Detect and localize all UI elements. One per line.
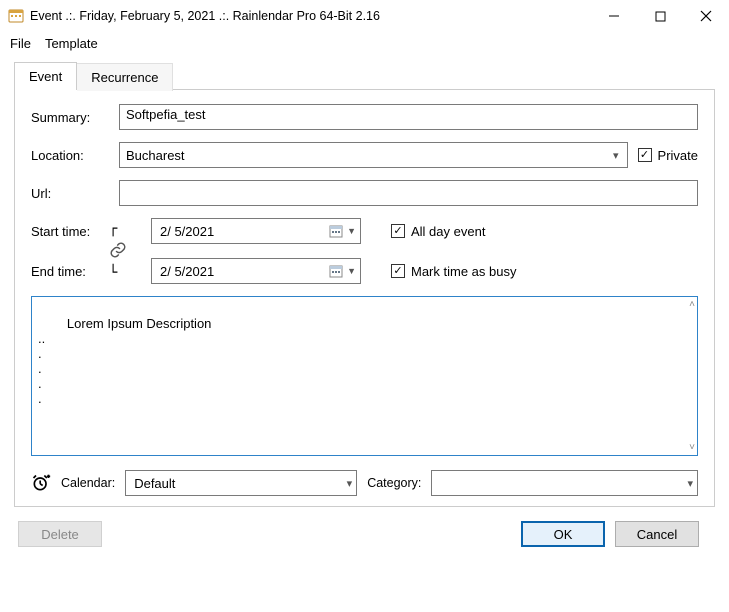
summary-input[interactable]: Softpefia_test: [119, 104, 698, 130]
cancel-button[interactable]: Cancel: [615, 521, 699, 547]
menu-template[interactable]: Template: [45, 36, 98, 51]
alarm-add-icon[interactable]: [31, 473, 51, 493]
description-textarea[interactable]: Lorem Ipsum Description .. . . . . ˄ ˅: [31, 296, 698, 456]
calendar-value: Default: [134, 476, 346, 491]
summary-label: Summary:: [31, 110, 109, 125]
url-input[interactable]: [119, 180, 698, 206]
allday-label: All day event: [411, 224, 485, 239]
chevron-down-icon: ▾: [609, 149, 623, 162]
window-controls: [591, 1, 729, 31]
location-label: Location:: [31, 148, 109, 163]
location-value: Bucharest: [126, 148, 609, 163]
start-date-picker[interactable]: 2/ 5/2021 ▼: [151, 218, 361, 244]
scroll-up-icon[interactable]: ˄: [689, 299, 695, 310]
url-label: Url:: [31, 186, 109, 201]
category-select[interactable]: ▾: [431, 470, 698, 496]
link-icon[interactable]: [109, 241, 127, 262]
chevron-down-icon: ▼: [345, 226, 356, 236]
category-label: Category:: [367, 476, 421, 490]
dates-block: Start time: ┌ 2/ 5/2021 ▼: [31, 218, 698, 284]
calendar-icon: [327, 222, 345, 240]
tab-event[interactable]: Event: [14, 62, 77, 90]
end-date-picker[interactable]: 2/ 5/2021 ▼: [151, 258, 361, 284]
event-dialog: Event .:. Friday, February 5, 2021 .:. R…: [0, 0, 729, 612]
close-button[interactable]: [683, 1, 729, 31]
busy-label: Mark time as busy: [411, 264, 516, 279]
calendar-icon: [327, 262, 345, 280]
calendar-category-row: Calendar: Default ▾ Category: ▾: [31, 470, 698, 496]
ok-button[interactable]: OK: [521, 521, 605, 547]
tabstrip: Event Recurrence: [14, 62, 715, 90]
check-icon: ✓: [638, 148, 652, 162]
app-icon: [8, 8, 24, 24]
end-date-value: 2/ 5/2021: [160, 264, 327, 279]
menubar: File Template: [0, 32, 729, 61]
bracket-bottom: └: [109, 265, 151, 284]
private-label: Private: [658, 148, 698, 163]
chevron-down-icon: ▼: [345, 266, 356, 276]
window-title: Event .:. Friday, February 5, 2021 .:. R…: [30, 9, 591, 23]
allday-checkbox[interactable]: ✓ All day event: [391, 224, 698, 239]
titlebar: Event .:. Friday, February 5, 2021 .:. R…: [0, 0, 729, 32]
menu-file[interactable]: File: [10, 36, 31, 51]
start-date-value: 2/ 5/2021: [160, 224, 327, 239]
event-panel: Summary: Softpefia_test Location: Buchar…: [14, 89, 715, 507]
scroll-down-icon[interactable]: ˅: [689, 442, 695, 453]
tab-recurrence[interactable]: Recurrence: [77, 63, 173, 91]
check-icon: ✓: [391, 264, 405, 278]
content-area: Event Recurrence Summary: Softpefia_test…: [0, 61, 729, 612]
check-icon: ✓: [391, 224, 405, 238]
chevron-down-icon: ▾: [347, 477, 353, 490]
bracket-top: ┌: [109, 218, 151, 237]
location-combo[interactable]: Bucharest ▾: [119, 142, 628, 168]
minimize-button[interactable]: [591, 1, 637, 31]
calendar-select[interactable]: Default ▾: [125, 470, 357, 496]
dialog-footer: Delete OK Cancel: [14, 507, 715, 547]
maximize-button[interactable]: [637, 1, 683, 31]
description-text: Lorem Ipsum Description .. . . . .: [38, 316, 211, 406]
start-time-label: Start time:: [31, 224, 109, 239]
chevron-down-icon: ▾: [687, 477, 693, 490]
delete-button[interactable]: Delete: [18, 521, 102, 547]
calendar-label: Calendar:: [61, 476, 115, 490]
private-checkbox[interactable]: ✓ Private: [638, 148, 698, 163]
end-time-label: End time:: [31, 264, 109, 279]
busy-checkbox[interactable]: ✓ Mark time as busy: [391, 264, 698, 279]
